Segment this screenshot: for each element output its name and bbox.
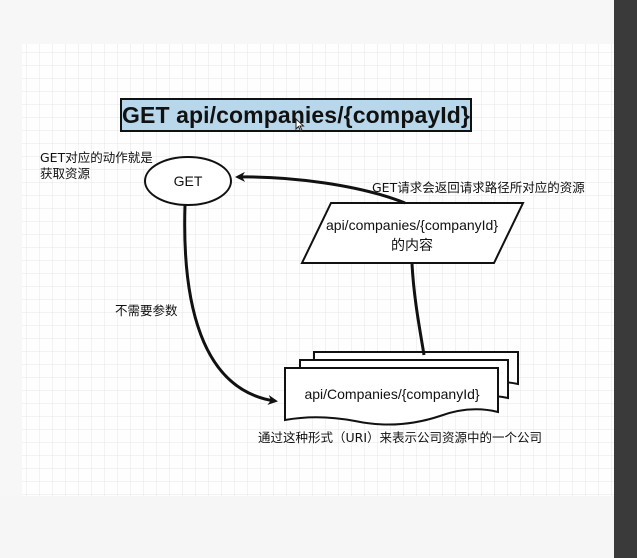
parallelogram-label-line1: api/companies/{companyId} [326,217,498,233]
get-action-label-line2: 获取资源 [40,166,91,181]
right-edge-strip [614,0,637,558]
diagram-canvas [0,0,637,558]
returns-content-label: GET请求会返回请求路径所对应的资源 [372,180,585,195]
document-label: api/Companies/{companyId} [304,386,480,402]
no-params-label: 不需要参数 [115,303,178,318]
uri-meaning-label: 通过这种形式（URI）来表示公司资源中的一个公司 [258,430,543,445]
mouse-cursor-icon [295,118,305,132]
bottom-margin [0,496,614,558]
parallelogram-label-line2: 的内容 [391,237,433,253]
get-node-label: GET [173,173,203,189]
get-action-label-line1: GET对应的动作就是 [40,150,153,165]
diagram-slide: GET api/companies/{compayId} GET api/com… [0,0,637,558]
